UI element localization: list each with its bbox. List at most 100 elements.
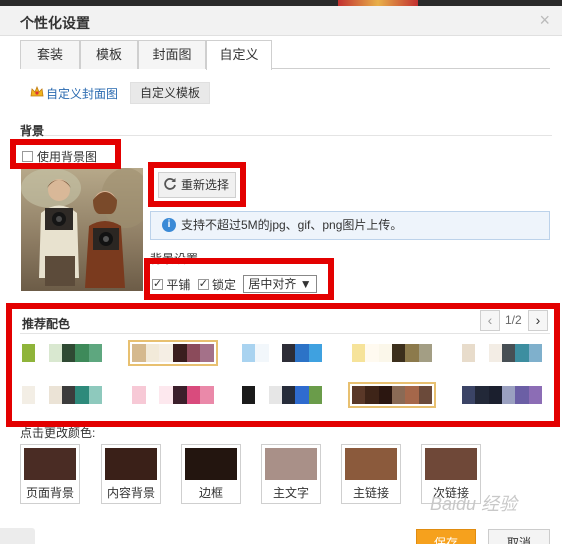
tab-bar: 套装 模板 封面图 自定义 [20,40,550,70]
custom-color-swatch [105,448,157,480]
tab-template[interactable]: 模板 [80,40,138,69]
palette-swatch [515,386,529,404]
palette-swatch [295,386,309,404]
tab-suit[interactable]: 套装 [20,40,80,69]
palette-swatch [159,344,174,362]
palette-swatch [405,386,419,404]
background-section-header: 背景 [20,124,552,138]
palette-option[interactable] [348,340,436,366]
palette-swatch [268,386,282,404]
use-bg-checkbox[interactable] [22,151,33,162]
custom-color-item[interactable]: 页面背景 [20,444,80,504]
lock-label: 锁定 [212,277,237,292]
palette-swatch [528,386,542,404]
palette-swatch [391,386,406,404]
recommended-section-title: 推荐配色 [22,317,71,331]
crown-icon [30,86,44,97]
tile-label: 平铺 [166,277,191,292]
palette-swatch [405,344,419,362]
palette-swatch [462,344,476,362]
custom-color-swatch [24,448,76,480]
tab-custom[interactable]: 自定义 [206,40,272,70]
save-button[interactable]: 保存 [416,529,476,544]
upload-info-box: i 支持不超过5M的jpg、gif、png图片上传。 [150,211,550,240]
palette-swatch [365,344,379,362]
palette-swatch [200,386,215,404]
palette-swatch [295,344,309,362]
palette-swatch [365,386,379,404]
tile-checkbox[interactable] [152,277,163,290]
palette-swatch [391,344,406,362]
palette-swatch [488,386,502,404]
custom-color-item[interactable]: 主文字 [261,444,321,504]
palette-swatch [186,344,201,362]
reselect-label: 重新选择 [181,178,230,192]
palette-swatch [159,386,174,404]
custom-color-item[interactable]: 主链接 [341,444,401,504]
palette-option[interactable] [128,382,218,408]
custom-color-label: 主文字 [272,486,309,500]
palette-swatch [501,344,516,362]
close-icon[interactable]: × [539,11,550,29]
palette-swatch [268,344,282,362]
palette-option[interactable] [458,340,546,366]
palette-swatch [35,344,49,362]
custom-color-item[interactable]: 内容背景 [101,444,161,504]
palette-option[interactable] [238,382,326,408]
palette-swatch [281,386,296,404]
use-bg-label: 使用背景图 [37,150,98,164]
palette-option[interactable] [18,340,106,366]
palette-swatch [173,344,187,362]
tile-option[interactable]: 平铺 [152,276,190,293]
dialog-title: 个性化设置 [20,15,90,31]
palette-swatch [255,344,269,362]
palette-swatch [173,386,187,404]
palette-option[interactable] [348,382,436,408]
palette-swatch [75,386,89,404]
palette-swatch [475,386,489,404]
subtab-custom-template[interactable]: 自定义模板 [130,82,211,104]
baidu-watermark: Baidu 经验 [430,494,518,514]
tab-cover[interactable]: 封面图 [138,40,206,69]
custom-colors-label: 点击更改颜色: [20,426,96,440]
palette-option[interactable] [238,340,326,366]
prev-page-button[interactable]: ‹ [480,310,500,331]
custom-color-label: 内容背景 [106,486,155,500]
palette-swatch [35,386,49,404]
refresh-icon [164,178,176,190]
palette-swatch [132,386,146,404]
lock-checkbox[interactable] [197,277,209,290]
palette-option[interactable] [128,340,218,366]
custom-color-item[interactable]: 边框 [181,444,241,504]
custom-color-label: 边框 [198,486,223,500]
palette-swatch [48,386,62,404]
palette-swatch [308,386,322,404]
palette-swatch [255,386,269,404]
align-select[interactable]: 居中对齐 ▼ [243,275,317,293]
palette-swatch [378,344,392,362]
reselect-button[interactable]: 重新选择 [158,172,236,198]
background-section-title: 背景 [20,124,45,138]
custom-color-swatch [345,448,397,480]
palette-swatch [75,344,89,362]
next-page-button[interactable]: › [528,310,548,331]
palette-swatch [281,344,296,362]
palette-swatch [200,344,215,362]
palette-swatch [88,344,102,362]
use-bg-option[interactable]: 使用背景图 [22,148,97,165]
upload-info-text: 支持不超过5M的jpg、gif、png图片上传。 [181,218,403,232]
palette-option[interactable] [18,382,106,408]
palette-swatch [515,344,529,362]
palette-swatch [88,386,102,404]
custom-color-swatch [265,448,317,480]
dialog-titlebar: 个性化设置 × [0,6,562,36]
cancel-button[interactable]: 取消 [488,529,550,544]
palette-option[interactable] [458,382,546,408]
palette-swatch [528,344,542,362]
lock-option[interactable]: 锁定 [197,276,237,293]
palette-swatch [61,386,76,404]
subtab-custom-cover[interactable]: 自定义封面图 [46,85,118,102]
page-indicator: 1/2 [505,313,522,327]
palette-swatch [145,344,160,362]
palette-swatch [378,386,392,404]
